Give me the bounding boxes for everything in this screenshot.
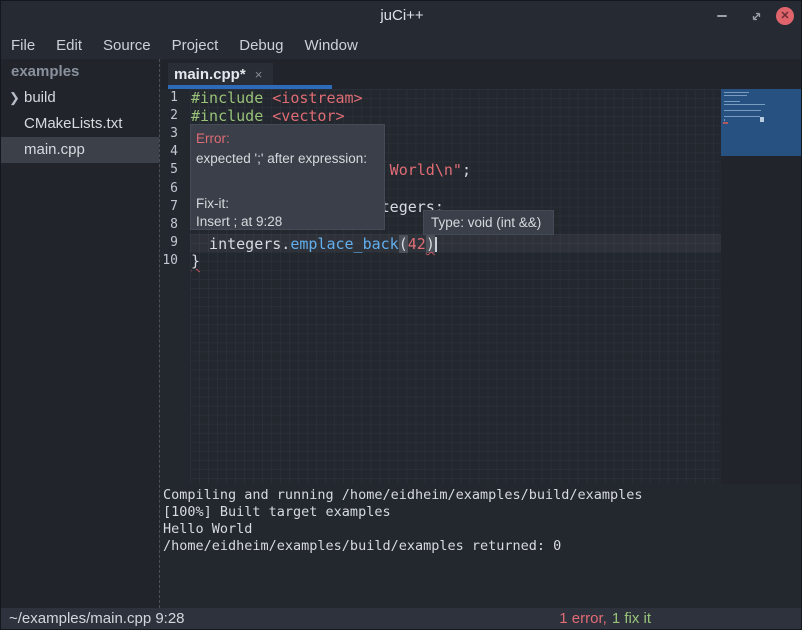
menu-item-file[interactable]: File: [11, 37, 35, 54]
code-segment: <iostream>: [272, 89, 362, 107]
minimap-bar: [724, 104, 765, 106]
tree-item-label: CMakeLists.txt: [24, 111, 122, 137]
type-tooltip: Type: void (int &&): [423, 210, 554, 235]
file-tree-panel: examples ❯buildCMakeLists.txtmain.cpp: [1, 59, 159, 608]
menu-bar: File Edit Source Project Debug Window: [1, 31, 802, 59]
minimap-slider[interactable]: [721, 89, 801, 156]
code-segment: emplace_back: [290, 235, 398, 253]
line-number: 6: [161, 180, 190, 198]
active-tab-indicator: [168, 85, 332, 89]
minimap-bar: [724, 110, 761, 112]
tab-bar: main.cpp* ×: [161, 59, 802, 89]
code-line-2: #include <vector>: [191, 107, 345, 125]
code-segment: 42: [408, 235, 426, 253]
titlebar[interactable]: juCi++ ✕: [1, 1, 802, 31]
line-number: 7: [161, 198, 190, 216]
line-number: 5: [161, 161, 190, 179]
menu-item-project[interactable]: Project: [172, 37, 219, 54]
code-segment: #include: [191, 89, 263, 107]
code-segment: #include: [191, 107, 263, 125]
terminal-line: Hello World: [163, 521, 252, 538]
line-number-gutter: 12345678910: [161, 89, 190, 484]
tree-item-label: main.cpp: [24, 137, 85, 163]
line-number: 4: [161, 143, 190, 161]
code-segment: (: [399, 235, 408, 253]
tab-label: main.cpp*: [174, 66, 246, 83]
status-bar: ~/examples/main.cpp 9:28 1 error, 1 fix i…: [1, 608, 802, 630]
minimize-icon: [717, 15, 727, 17]
line-number: 9: [161, 234, 190, 252]
error-tooltip: Error: expected ';' after expression: Fi…: [190, 124, 385, 230]
terminal-line: Compiling and running /home/eidheim/exam…: [163, 487, 643, 504]
line-number: 8: [161, 216, 190, 234]
chevron-right-icon[interactable]: ❯: [9, 85, 23, 111]
code-segment: }: [191, 252, 200, 270]
close-icon: ✕: [776, 7, 794, 25]
restore-button[interactable]: [745, 1, 767, 31]
minimap-bar: [724, 101, 740, 103]
minimap-cursor-mark: [760, 117, 764, 122]
error-tooltip-title: Error:: [196, 131, 230, 146]
minimap-bar: [724, 119, 725, 121]
minimap-bar: [724, 95, 747, 97]
minimap-bar: [724, 116, 760, 118]
status-diagnostics: 1 error, 1 fix it: [559, 608, 651, 630]
code-line-1: #include <iostream>: [191, 89, 363, 107]
tree-item-main-cpp[interactable]: main.cpp: [1, 137, 159, 163]
terminal-output[interactable]: Compiling and running /home/eidheim/exam…: [161, 484, 802, 608]
minimize-button[interactable]: [711, 1, 733, 31]
code-segment: integers.: [191, 235, 290, 253]
menu-item-debug[interactable]: Debug: [239, 37, 283, 54]
code-segment: [263, 107, 272, 125]
project-name: examples: [1, 59, 159, 85]
fixit-tooltip-text: Insert ; at 9:28: [196, 214, 282, 229]
terminal-line: /home/eidheim/examples/build/examples re…: [163, 538, 561, 555]
fixit-tooltip-title: Fix-it:: [196, 196, 229, 211]
code-segment: ;: [462, 161, 471, 179]
menu-item-source[interactable]: Source: [103, 37, 151, 54]
status-error-count[interactable]: 1 error,: [559, 610, 607, 627]
code-line-10: }: [191, 252, 200, 270]
file-tree: ❯buildCMakeLists.txtmain.cpp: [1, 85, 159, 163]
line-number: 1: [161, 89, 190, 107]
minimap[interactable]: [721, 89, 802, 484]
app-window: juCi++ ✕ File Edit Source Project Debug Windo…: [0, 0, 802, 630]
pane-separator[interactable]: [159, 59, 160, 608]
text-cursor: [435, 237, 438, 252]
error-tooltip-message: expected ';' after expression:: [196, 151, 367, 166]
line-number: 2: [161, 107, 190, 125]
status-file-position: ~/examples/main.cpp 9:28: [9, 608, 185, 630]
close-button[interactable]: ✕: [773, 1, 797, 31]
menu-item-edit[interactable]: Edit: [56, 37, 82, 54]
menu-item-window[interactable]: Window: [304, 37, 357, 54]
tree-item-build[interactable]: ❯build: [1, 85, 159, 111]
tree-item-cmakelists-txt[interactable]: CMakeLists.txt: [1, 111, 159, 137]
terminal-line: [100%] Built target examples: [163, 504, 391, 521]
status-fixit-count[interactable]: 1 fix it: [612, 610, 651, 627]
minimap-bar: [724, 92, 749, 94]
line-number: 10: [161, 252, 190, 270]
line-number: 3: [161, 125, 190, 143]
restore-icon: [751, 11, 762, 22]
code-line-9: integers.emplace_back(42): [191, 234, 437, 252]
tab-main-cpp[interactable]: main.cpp* ×: [168, 63, 273, 85]
code-segment: [263, 89, 272, 107]
minimap-error-mark: [723, 122, 728, 124]
tab-close-icon[interactable]: ×: [255, 67, 263, 82]
window-title: juCi++: [1, 7, 802, 24]
code-segment: <vector>: [272, 107, 344, 125]
code-segment: ): [426, 235, 435, 253]
tree-item-label: build: [24, 85, 56, 111]
